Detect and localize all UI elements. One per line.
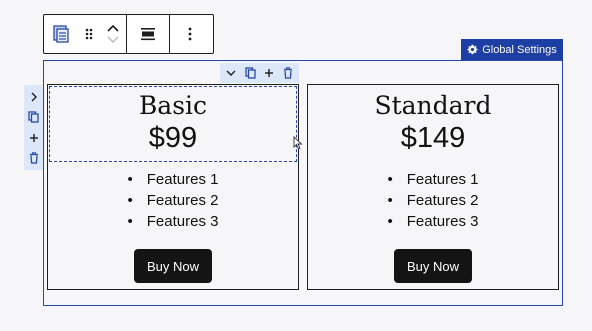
chevron-down-icon[interactable] [223,65,239,81]
pricing-card-standard[interactable]: Standard $149 Features 1 Features 2 Feat… [307,84,559,290]
plan-name: Standard [374,91,492,120]
block-toolbar-group-align [127,15,170,53]
block-toolbar-group-main [44,15,127,53]
plan-price: $99 [148,122,198,154]
feature-item: Features 2 [308,190,558,211]
column-toolbar [220,63,299,83]
feature-list: Features 1 Features 2 Features 3 [48,169,298,232]
gear-icon [467,44,478,55]
more-vertical-icon[interactable] [170,15,210,53]
feature-list: Features 1 Features 2 Features 3 [308,169,558,232]
feature-item: Features 1 [308,169,558,190]
plan-name: Basic [138,91,208,120]
plus-icon[interactable] [26,130,42,146]
drag-handle-icon[interactable] [78,15,100,53]
feature-item: Features 3 [48,211,298,232]
buy-now-button[interactable]: Buy Now [394,249,472,283]
trash-icon[interactable] [26,150,42,166]
buy-now-button[interactable]: Buy Now [134,249,212,283]
align-icon[interactable] [127,15,169,53]
pricing-card-basic[interactable]: Basic $99 Features 1 Features 2 Features… [47,84,299,290]
feature-item: Features 2 [48,190,298,211]
copy-icon[interactable] [242,65,258,81]
copy-icon[interactable] [26,109,42,125]
chevron-down-icon[interactable] [107,36,119,44]
chevron-right-icon[interactable] [26,89,42,105]
global-settings-button[interactable]: Global Settings [461,39,563,60]
trash-icon[interactable] [280,65,296,81]
side-toolbar [24,85,43,170]
feature-item: Features 1 [48,169,298,190]
plan-price: $149 [400,122,466,154]
plus-icon[interactable] [261,65,277,81]
global-settings-label: Global Settings [482,43,557,56]
move-buttons [100,15,126,53]
block-toolbar-group-options [170,15,210,53]
chevron-up-icon[interactable] [107,24,119,32]
feature-item: Features 3 [308,211,558,232]
mouse-cursor-icon [293,136,303,150]
pricing-block-icon[interactable] [44,15,78,53]
block-toolbar [43,14,214,54]
